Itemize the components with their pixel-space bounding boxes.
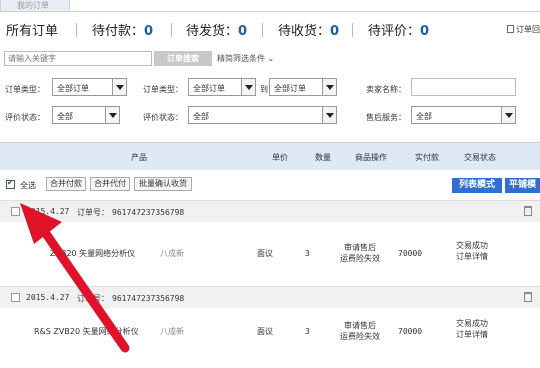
annotation-arrow-icon [20, 203, 130, 353]
